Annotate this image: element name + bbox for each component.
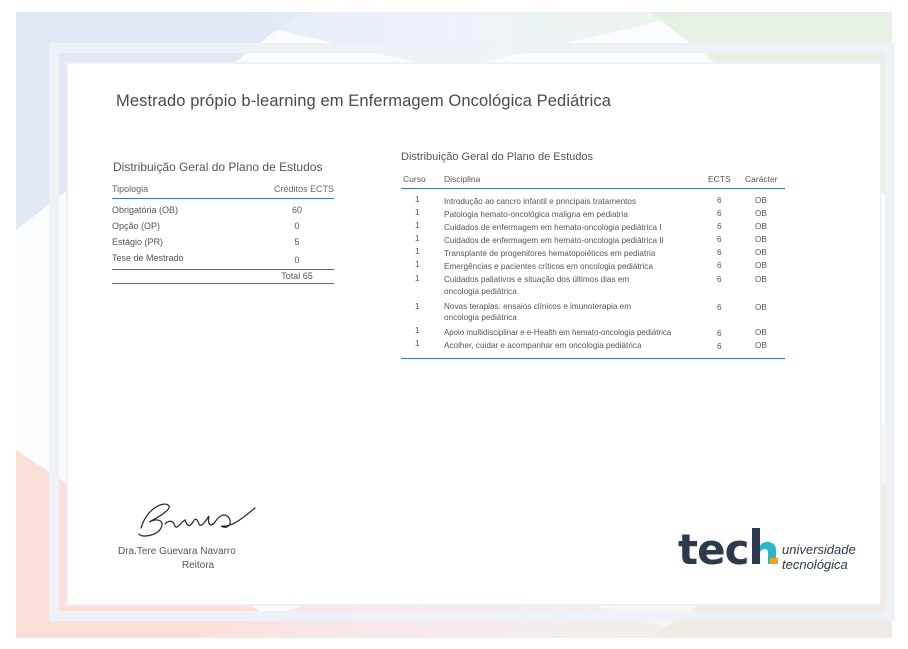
page-title: Mestrado própio b-learning em Enfermagem… — [116, 92, 612, 110]
table-row: 1 Transplante de progenitores hematopoié… — [401, 247, 785, 260]
row-curso: 1 — [415, 208, 420, 218]
row-curso: 1 — [415, 247, 420, 257]
summary-row-value: 60 — [291, 205, 302, 215]
row-curso: 1 — [415, 273, 420, 283]
row-disciplina: Emergências e pacientes críticos em onco… — [444, 262, 653, 272]
row-curso: 1 — [415, 234, 420, 244]
detail-col-ects: ECTS — [708, 174, 731, 184]
row-ects: 6 — [717, 222, 722, 232]
row-caracter: OB — [755, 196, 767, 205]
row-ects: 6 — [717, 274, 722, 284]
row-disciplina: Transplante de progenitores hematopoiéti… — [444, 249, 656, 259]
table-row: 1 Emergências e pacientes críticos em on… — [401, 260, 785, 273]
row-disciplina: Apoio multidisciplinar e e-Health em hem… — [444, 327, 672, 337]
table-row: 1 Acolher, cuidar e acompanhar em oncolo… — [401, 339, 785, 352]
tech-logo-mark: tec — [678, 525, 778, 572]
summary-row-value: 0 — [294, 255, 300, 265]
logo-line2: tecnológica — [782, 557, 848, 572]
row-ects: 6 — [717, 341, 722, 351]
row-disciplina: Cuidados de enfermagem em hemato-oncolog… — [444, 222, 662, 232]
summary-total-row: Total 65 — [112, 269, 334, 284]
row-caracter: OB — [755, 303, 767, 313]
table-row: 1 Novas terapias: ensaios clínicos e imu… — [401, 300, 785, 325]
row-caracter: OB — [755, 261, 767, 271]
table-row: 1 Introdução ao cancro infantil e princi… — [401, 195, 785, 208]
detail-title: Distribuição Geral do Plano de Estudos — [401, 151, 593, 163]
summary-col-type: Tipologia — [112, 184, 149, 194]
summary-table: Tipologia Créditos ECTS Obrigatória (OB)… — [112, 184, 334, 284]
row-ects: 6 — [717, 261, 722, 271]
summary-row: Obrigatória (OB) 60 — [112, 201, 334, 217]
signatory-role: Reitora — [181, 560, 215, 571]
row-caracter: OB — [755, 222, 767, 232]
row-disciplina: Patologia hemato-oncológica maligna em p… — [444, 209, 628, 219]
row-caracter: OB — [755, 235, 767, 245]
row-disciplina: Acolher, cuidar e acompanhar em oncologi… — [444, 340, 642, 350]
summary-row-label: Estágio (PR) — [112, 237, 164, 247]
row-ects: 6 — [717, 235, 722, 245]
table-row: 1 Cuidados de enfermagem em hemato-oncol… — [401, 221, 785, 234]
detail-body: 1 Introdução ao cancro infantil e princi… — [401, 189, 785, 359]
summary-row-value: 5 — [294, 237, 300, 247]
summary-row: Tese de Mestrado 0 — [112, 249, 334, 265]
summary-row-label: Obrigatória (OB) — [112, 205, 179, 215]
summary-title: Distribuição Geral do Plano de Estudos — [113, 160, 323, 174]
summary-col-credits: Créditos ECTS — [273, 184, 334, 194]
table-row: 1 Cuidados paliativos e situação dos últ… — [401, 274, 785, 299]
row-disciplina: Cuidados de enfermagem em hemato-oncolog… — [444, 236, 664, 246]
row-disciplina: Cuidados paliativos e situação dos últim… — [444, 275, 630, 296]
table-row: 1 Apoio multidisciplinar e e-Health em h… — [401, 326, 785, 339]
row-ects: 6 — [717, 209, 722, 219]
row-ects: 6 — [717, 196, 722, 205]
row-caracter: OB — [755, 327, 767, 337]
row-ects: 6 — [717, 328, 722, 338]
summary-row-label: Tese de Mestrado — [112, 253, 184, 263]
row-disciplina: Introdução ao cancro infantil e principa… — [444, 196, 637, 206]
row-caracter: OB — [755, 248, 767, 258]
detail-col-disciplina: Disciplina — [444, 174, 481, 184]
summary-header: Tipologia Créditos ECTS — [112, 184, 334, 199]
svg-text:tec: tec — [678, 525, 748, 572]
signature-image — [138, 503, 256, 537]
row-curso: 1 — [415, 195, 420, 204]
row-ects: 6 — [717, 303, 722, 313]
logo-line1: universidade — [782, 542, 856, 557]
signatory-name: Dra.Tere Guevara Navarro — [118, 546, 236, 557]
summary-total: Total 65 — [281, 271, 313, 281]
table-row: 1 Cuidados de enfermagem em hemato-oncol… — [401, 234, 785, 247]
row-curso: 1 — [415, 260, 420, 270]
detail-col-caracter: Carácter — [745, 174, 778, 184]
row-curso: 1 — [415, 302, 420, 312]
summary-row-value: 0 — [294, 221, 300, 231]
table-row: 1 Patologia hemato-oncológica maligna em… — [401, 208, 785, 221]
detail-table: Curso Disciplina ECTS Carácter 1 Introdu… — [401, 172, 785, 359]
row-curso: 1 — [415, 338, 420, 348]
row-curso: 1 — [415, 221, 420, 231]
row-caracter: OB — [755, 274, 767, 284]
summary-row-label: Opção (OP) — [112, 221, 161, 231]
row-disciplina: Novas terapias: ensaios clínicos e imuno… — [444, 301, 632, 323]
row-caracter: OB — [755, 209, 767, 219]
detail-col-curso: Curso — [403, 174, 426, 184]
row-ects: 6 — [717, 248, 722, 258]
row-curso: 1 — [415, 325, 420, 335]
summary-row: Estágio (PR) 5 — [112, 233, 334, 249]
detail-header: Curso Disciplina ECTS Carácter — [401, 172, 785, 189]
summary-row: Opção (OP) 0 — [112, 217, 334, 233]
row-caracter: OB — [755, 340, 767, 350]
